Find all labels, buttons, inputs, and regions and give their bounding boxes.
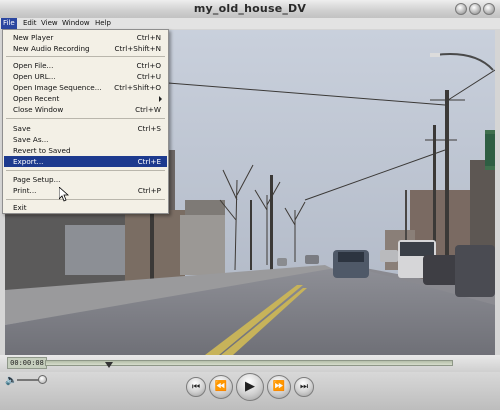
title-bar[interactable]: my_old_house_DV (0, 0, 500, 19)
menu-item-export[interactable]: Export... Ctrl+E (4, 156, 167, 167)
menu-file[interactable]: File (1, 18, 17, 29)
menu-item-exit[interactable]: Exit (4, 202, 167, 213)
menu-window[interactable]: Window (60, 18, 92, 29)
timecode-display: 00:00:08 (7, 357, 47, 369)
menu-view[interactable]: View (39, 18, 60, 29)
menu-item-print[interactable]: Print... Ctrl+P (4, 185, 167, 196)
submenu-arrow-icon (159, 96, 162, 102)
menu-separator (6, 170, 165, 171)
menu-item-save[interactable]: Save Ctrl+S (4, 123, 167, 134)
fast-forward-icon: ⏩ (272, 381, 286, 392)
menu-item-open-recent[interactable]: Open Recent (4, 93, 167, 104)
menu-item-close-window[interactable]: Close Window Ctrl+W (4, 104, 167, 115)
menu-item-page-setup[interactable]: Page Setup... (4, 174, 167, 185)
quicktime-player-window: my_old_house_DV File Edit View Window He… (0, 0, 500, 410)
rewind-button[interactable]: ⏪ (209, 375, 233, 399)
maximize-button[interactable] (469, 3, 481, 15)
scrub-track[interactable] (45, 360, 453, 368)
menu-separator (6, 199, 165, 200)
window-title: my_old_house_DV (193, 2, 307, 15)
go-to-end-icon: ⏭ (299, 382, 309, 392)
volume-knob[interactable] (38, 375, 47, 384)
play-button[interactable]: ▶ (236, 373, 264, 401)
menu-bar: File Edit View Window Help (0, 18, 500, 29)
menu-item-new-audio-recording[interactable]: New Audio Recording Ctrl+Shift+N (4, 43, 167, 54)
minimize-button[interactable] (455, 3, 467, 15)
mouse-pointer-icon (59, 187, 69, 202)
file-menu-dropdown: New Player Ctrl+N New Audio Recording Ct… (2, 29, 169, 214)
go-to-start-icon: ⏮ (191, 382, 201, 392)
playhead-marker[interactable] (105, 362, 113, 368)
menu-item-open-image-sequence[interactable]: Open Image Sequence... Ctrl+Shift+O (4, 82, 167, 93)
menu-separator (6, 118, 165, 119)
menu-edit[interactable]: Edit (21, 18, 39, 29)
close-button[interactable] (483, 3, 495, 15)
menu-item-new-player[interactable]: New Player Ctrl+N (4, 32, 167, 43)
menu-help[interactable]: Help (93, 18, 113, 29)
menu-item-revert-to-saved[interactable]: Revert to Saved (4, 145, 167, 156)
speaker-icon: 🔈 (5, 375, 18, 386)
menu-item-open-file[interactable]: Open File... Ctrl+O (4, 60, 167, 71)
fast-forward-button[interactable]: ⏩ (267, 375, 291, 399)
menu-separator (6, 56, 165, 57)
playback-controls: 🔈 ⏮ ⏪ ▶ ⏩ ⏭ (0, 372, 500, 410)
go-to-end-button[interactable]: ⏭ (294, 377, 314, 397)
rewind-icon: ⏪ (214, 381, 228, 392)
play-icon: ▶ (245, 379, 255, 394)
menu-item-open-url[interactable]: Open URL... Ctrl+U (4, 71, 167, 82)
go-to-start-button[interactable]: ⏮ (186, 377, 206, 397)
menu-item-save-as[interactable]: Save As... (4, 134, 167, 145)
timeline-bar: 00:00:08 (0, 355, 500, 372)
